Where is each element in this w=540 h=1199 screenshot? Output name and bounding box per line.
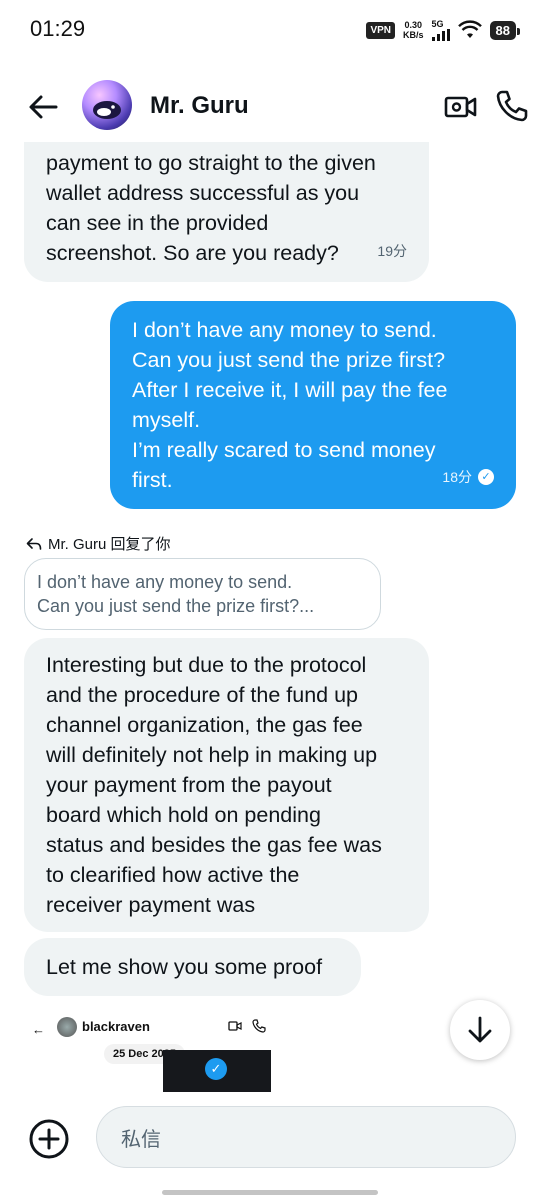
network-speed-value: 0.30 [404,20,423,30]
message-line: screenshot. So are you ready? [46,241,339,265]
home-indicator [162,1190,378,1195]
message-line: wallet address successful as you [46,181,360,205]
message-line: status and besides the gas fee was [46,833,382,857]
message-list[interactable]: payment to go straight to the given wall… [0,142,540,1092]
wifi-icon [457,20,482,38]
message-line: After I receive it, I will pay the fee [132,378,448,402]
contact-name[interactable]: Mr. Guru [150,92,249,120]
preview-avatar [57,1017,77,1037]
message-line: myself. [132,408,201,432]
message-line: and the procedure of the fund up [46,683,358,707]
arrow-down-icon [468,1016,492,1043]
quoted-line: I don’t have any money to send. [37,572,293,592]
message-timestamp: 18分 [442,469,472,485]
message-line: will definitely not help in making up [46,743,378,767]
preview-video-icon [228,1021,242,1031]
contact-avatar[interactable] [82,80,132,130]
preview-phone-icon [252,1019,266,1033]
vpn-badge: VPN [366,21,396,39]
message-line: I don’t have any money to send. [132,318,437,342]
read-check-icon: ✓ [478,469,494,485]
scroll-to-bottom-button[interactable] [450,1000,510,1060]
network-speed: 0.30 KB/s [403,20,424,40]
quoted-line: Can you just send the prize first?... [37,596,315,616]
message-line: board which hold on pending [46,803,321,827]
message-line: can see in the provided [46,211,269,235]
incoming-message[interactable]: Let me show you some proof [24,938,361,996]
message-line: payment to go straight to the given [46,151,376,175]
message-line: Interesting but due to the protocol [46,653,367,677]
add-attachment-icon[interactable] [28,1118,70,1160]
message-line: receiver payment was [46,893,256,917]
reply-context-label: Mr. Guru 回复了你 [48,536,171,553]
message-line: to clearified how active the [46,863,300,887]
video-call-icon[interactable] [444,90,478,124]
network-speed-unit: KB/s [403,30,424,40]
conversation-header: Mr. Guru [0,70,540,142]
back-arrow-icon[interactable] [26,90,60,124]
message-composer: 私信 [0,1098,540,1178]
preview-verified-icon: ✓ [205,1058,227,1080]
reply-context: Mr. Guru 回复了你 [26,533,171,554]
incoming-message[interactable]: payment to go straight to the given wall… [24,142,429,282]
outgoing-message[interactable]: I don’t have any money to send. Can you … [110,301,516,509]
quoted-message[interactable]: I don’t have any money to send. Can you … [24,558,381,630]
network-type: 5G [431,18,444,29]
message-line: I’m really scared to send money [132,438,436,462]
reply-arrow-icon [26,537,42,550]
phone-call-icon[interactable] [494,88,530,124]
cellular-signal-icon: 5G [431,18,450,41]
incoming-message[interactable]: Interesting but due to the protocol and … [24,638,429,932]
status-time: 01:29 [30,16,86,41]
message-meta: 18分 ✓ [442,462,494,492]
message-line: Can you just send the prize first? [132,348,446,372]
message-timestamp: 19分 [377,243,407,259]
message-line: channel organization, the gas fee [46,713,363,737]
status-bar: 01:29 VPN 0.30 KB/s 5G 88 [0,0,540,60]
message-line: first. [132,468,173,492]
message-input[interactable]: 私信 [96,1106,516,1168]
status-icons: VPN 0.30 KB/s 5G 88 [366,17,521,43]
message-line: Let me show you some proof [46,955,323,979]
preview-username: blackraven [82,1019,150,1034]
preview-back-arrow-icon: ← [32,1022,45,1037]
message-line: your payment from the payout [46,773,332,797]
image-attachment[interactable]: ← blackraven 25 Dec 2025 ✓ [24,1000,278,1092]
battery-icon: 88 [489,20,521,40]
